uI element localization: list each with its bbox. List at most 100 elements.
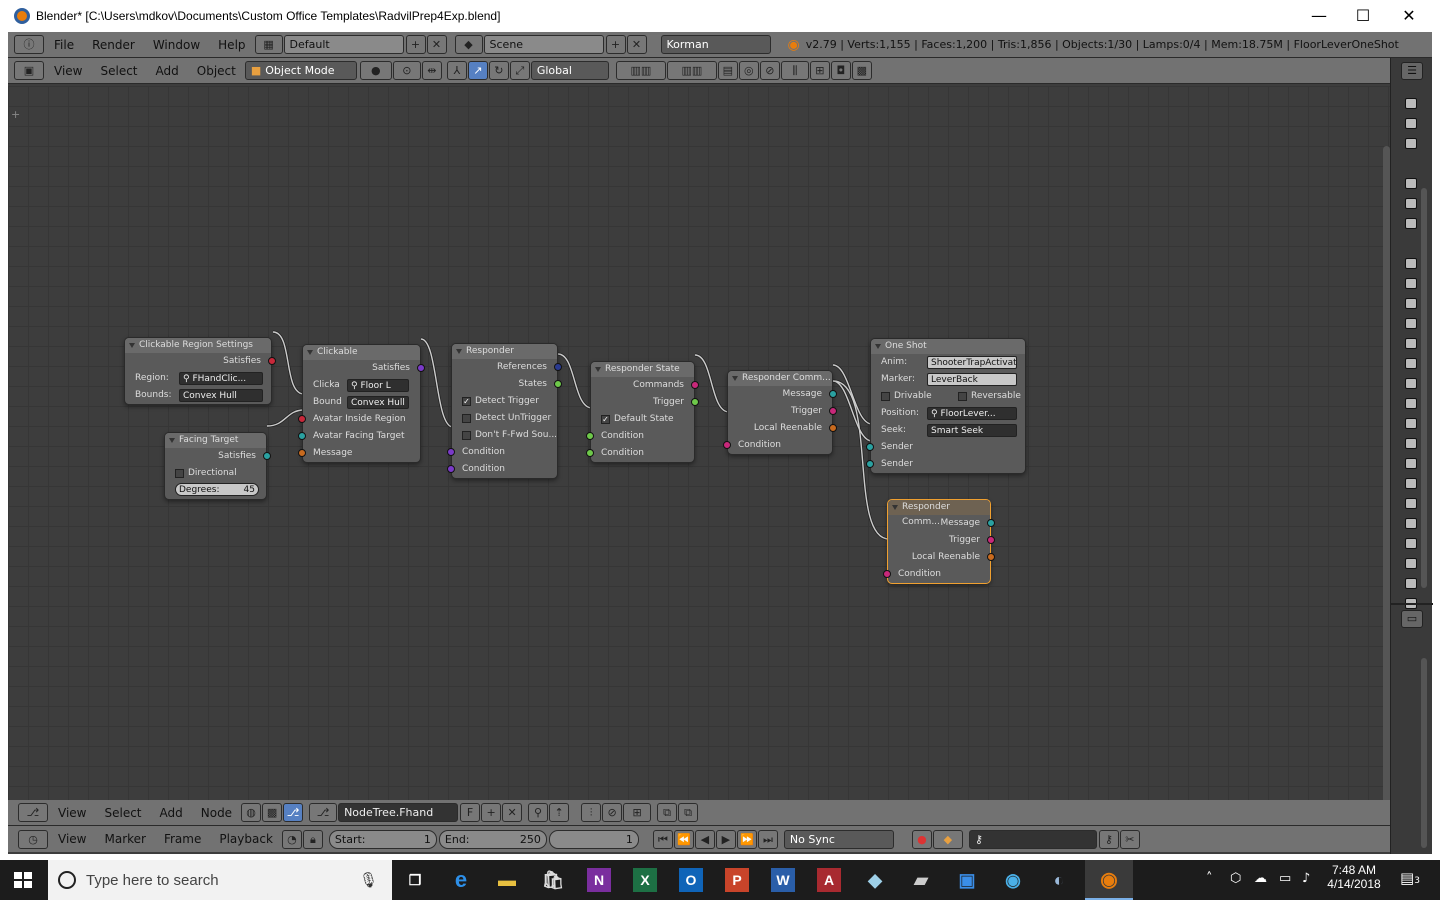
chevron-up-icon[interactable]: ˄ bbox=[1206, 871, 1213, 886]
info-editor-type-icon[interactable]: ⓘ bbox=[14, 35, 44, 54]
keying-set-field[interactable]: ⚷ bbox=[968, 829, 1097, 849]
dont-ffwd-checkbox[interactable] bbox=[462, 431, 471, 440]
snap-node-icon[interactable]: ⊘ bbox=[602, 803, 623, 822]
screen-layout-field[interactable]: Default bbox=[283, 35, 404, 54]
bound-dropdown[interactable]: Convex Hull bbox=[347, 396, 409, 409]
marker-field[interactable]: LeverBack bbox=[927, 373, 1017, 386]
end-frame-field[interactable]: End: 250 bbox=[438, 829, 547, 849]
scene-field[interactable]: Scene bbox=[483, 35, 604, 54]
camera-icon[interactable] bbox=[1405, 178, 1417, 189]
input-socket[interactable] bbox=[298, 432, 306, 440]
add-screen-icon[interactable]: + bbox=[405, 35, 426, 54]
translate-icon[interactable]: ↗ bbox=[467, 61, 488, 80]
input-socket[interactable] bbox=[447, 448, 455, 456]
transform-orientation-dropdown[interactable]: Global bbox=[530, 61, 609, 80]
outliner-editor-icon[interactable]: ☰ bbox=[1401, 62, 1423, 80]
node-editor-canvas[interactable]: + Clickable Region Settings Satisfies Re… bbox=[8, 86, 1390, 800]
play-reverse-icon[interactable]: ◀ bbox=[694, 829, 715, 849]
snap-toggle-icon[interactable]: ⫶ bbox=[581, 803, 602, 822]
node-facing-target[interactable]: Facing Target Satisfies Directional Degr… bbox=[164, 432, 271, 500]
jump-keyframe-back-icon[interactable]: ⏪ bbox=[673, 829, 694, 849]
region-field[interactable]: ⚲ FHandClic... bbox=[179, 372, 263, 385]
output-socket[interactable] bbox=[691, 398, 699, 406]
lock-layers-icon[interactable]: ▤ bbox=[717, 61, 738, 80]
properties-editor-icon[interactable]: ▭ bbox=[1401, 610, 1423, 628]
sync-mode-dropdown[interactable]: No Sync bbox=[783, 829, 894, 849]
snap-element-icon[interactable]: ⫼ bbox=[780, 61, 809, 80]
object-mode-dropdown[interactable]: ■ Object Mode bbox=[244, 61, 357, 80]
output-socket[interactable] bbox=[417, 364, 425, 372]
output-socket[interactable] bbox=[829, 424, 837, 432]
app-icon[interactable]: ◉ bbox=[993, 864, 1033, 896]
node-responder-state[interactable]: Responder State Commands Trigger ✓ Defaul… bbox=[586, 361, 699, 463]
scene-icon[interactable]: ◆ bbox=[454, 35, 483, 54]
output-socket[interactable] bbox=[987, 536, 995, 544]
unlink-node-tree-icon[interactable]: ✕ bbox=[502, 803, 523, 822]
lock-range-icon[interactable]: 🔒︎ bbox=[302, 829, 323, 849]
taskbar-search-box[interactable]: Type here to search 🎙︎ bbox=[48, 860, 392, 900]
action-center-icon[interactable]: ▤3 bbox=[1400, 869, 1420, 887]
drivable-checkbox[interactable] bbox=[881, 392, 890, 401]
input-socket[interactable] bbox=[883, 570, 891, 578]
view3d-editor-type-icon[interactable]: ▣ bbox=[14, 61, 44, 80]
keying-icon[interactable]: ◆ bbox=[932, 829, 963, 849]
access-icon[interactable]: A bbox=[817, 868, 841, 892]
insert-keyframe-icon[interactable]: ⚷ bbox=[1098, 829, 1119, 849]
node-menu-add[interactable]: Add bbox=[151, 806, 192, 820]
excel-icon[interactable]: X bbox=[633, 868, 657, 892]
view3d-menu-object[interactable]: Object bbox=[188, 64, 245, 78]
camera-icon[interactable] bbox=[1405, 458, 1417, 469]
output-socket[interactable] bbox=[263, 452, 271, 460]
record-icon[interactable]: ● bbox=[911, 829, 932, 849]
timeline-menu-marker[interactable]: Marker bbox=[95, 832, 154, 846]
view3d-menu-view[interactable]: View bbox=[45, 64, 91, 78]
camera-icon[interactable] bbox=[1405, 418, 1417, 429]
jump-start-icon[interactable]: ⏮ bbox=[652, 829, 673, 849]
camera-icon[interactable] bbox=[1405, 318, 1417, 329]
timeline-menu-frame[interactable]: Frame bbox=[155, 832, 210, 846]
store-icon[interactable]: 🛍︎ bbox=[533, 864, 573, 896]
parent-node-tree-icon[interactable]: ⇡ bbox=[549, 803, 570, 822]
preview-range-icon[interactable]: ◔ bbox=[281, 829, 302, 849]
camera-icon[interactable] bbox=[1405, 338, 1417, 349]
detect-trigger-checkbox[interactable]: ✓ bbox=[462, 397, 471, 406]
output-socket[interactable] bbox=[268, 357, 276, 365]
camera-icon[interactable] bbox=[1405, 98, 1417, 109]
onenote-icon[interactable]: N bbox=[587, 868, 611, 892]
output-socket[interactable] bbox=[554, 363, 562, 371]
bounds-dropdown[interactable]: Convex Hull bbox=[179, 389, 263, 402]
view3d-menu-add[interactable]: Add bbox=[147, 64, 188, 78]
blender-taskbar-icon[interactable]: ◉ bbox=[1085, 860, 1133, 900]
node-menu-view[interactable]: View bbox=[49, 806, 95, 820]
node-clickable-region-settings[interactable]: Clickable Region Settings Satisfies Regi… bbox=[124, 337, 276, 405]
clock[interactable]: 7:48 AM 4/14/2018 bbox=[1325, 863, 1383, 891]
microphone-icon[interactable]: 🎙︎ bbox=[359, 871, 378, 889]
node-clickable[interactable]: Clickable Satisfies Clicka ⚲ Floor L Boun… bbox=[298, 344, 425, 463]
scene-layers-1-icon[interactable]: ▥▥ bbox=[615, 61, 666, 80]
network-icon[interactable]: ▭ bbox=[1279, 871, 1291, 886]
dropbox-icon[interactable]: ⬡ bbox=[1230, 871, 1241, 886]
snap-target-icon[interactable]: ⊞ bbox=[809, 61, 830, 80]
paste-nodes-icon[interactable]: ⧉ bbox=[678, 803, 699, 822]
steam-icon[interactable]: ◐ bbox=[1039, 864, 1079, 896]
camera-icon[interactable] bbox=[1405, 578, 1417, 589]
camera-icon[interactable] bbox=[1405, 278, 1417, 289]
app-icon[interactable]: ▰ bbox=[901, 864, 941, 896]
input-socket[interactable] bbox=[586, 449, 594, 457]
jump-keyframe-forward-icon[interactable]: ⏩ bbox=[736, 829, 757, 849]
timeline-editor-type-icon[interactable]: ◷ bbox=[18, 829, 48, 849]
screen-layout-icon[interactable]: ▦ bbox=[254, 35, 283, 54]
delete-keyframe-icon[interactable]: ✂ bbox=[1119, 829, 1140, 849]
add-scene-icon[interactable]: + bbox=[605, 35, 626, 54]
detect-untrigger-checkbox[interactable] bbox=[462, 414, 471, 423]
menu-render[interactable]: Render bbox=[83, 38, 144, 52]
node-one-shot[interactable]: One Shot Anim: ShooterTrapActivate Marker… bbox=[866, 338, 1026, 474]
node-responder-command[interactable]: Responder Comm... Message Trigger Local … bbox=[723, 370, 837, 455]
new-node-tree-icon[interactable]: + bbox=[481, 803, 502, 822]
maximize-button[interactable]: ☐ bbox=[1340, 0, 1386, 31]
output-socket[interactable] bbox=[829, 390, 837, 398]
camera-icon[interactable] bbox=[1405, 498, 1417, 509]
camera-icon[interactable] bbox=[1405, 398, 1417, 409]
input-socket[interactable] bbox=[586, 432, 594, 440]
manipulator-icon[interactable]: ⇹ bbox=[421, 61, 442, 80]
